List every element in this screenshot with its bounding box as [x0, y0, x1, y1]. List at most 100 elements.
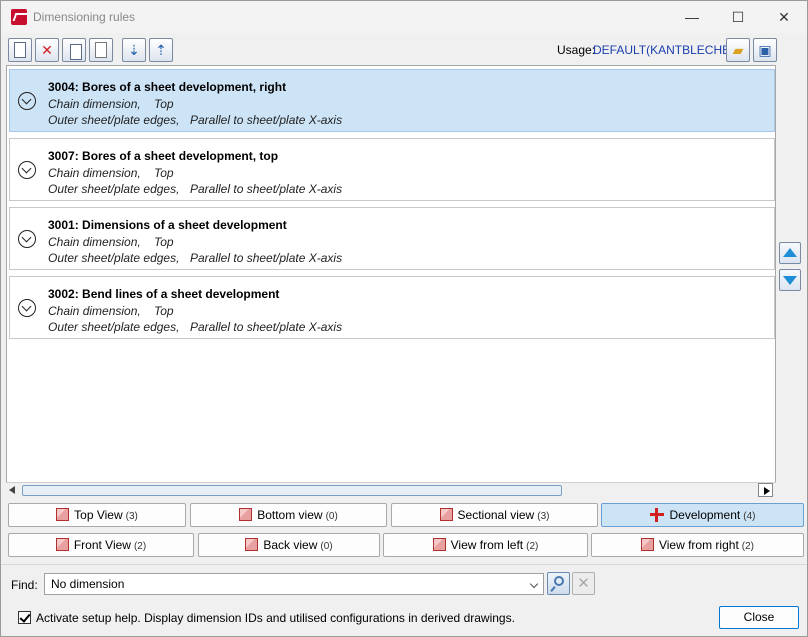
setup-help-checkbox[interactable]	[18, 611, 31, 624]
delete-rule-button[interactable]: ✕	[35, 38, 59, 62]
rule-edges: Outer sheet/plate edges,	[48, 182, 180, 196]
cube-icon	[432, 538, 446, 552]
tab-view-from-right[interactable]: View from right (2)	[591, 533, 804, 557]
scroll-right-icon	[764, 487, 770, 495]
tab-top-view[interactable]: Top View (3)	[8, 503, 186, 527]
rule-card[interactable]: 3001: Dimensions of a sheet development …	[9, 207, 775, 270]
maximize-button[interactable]: ☐	[715, 1, 761, 33]
toolbar: ✕ ⇣ ⇡ Usage: DEFAULT(KANTBLECHE) ▰ ▣	[1, 35, 807, 65]
tab-label: Bottom view	[257, 508, 323, 522]
tab-label: View from left	[450, 538, 524, 552]
rule-type: Chain dimension,	[48, 97, 141, 111]
rule-orientation: Parallel to sheet/plate X-axis	[190, 113, 343, 127]
development-icon	[649, 507, 664, 522]
tab-count: (4)	[743, 511, 756, 522]
close-button[interactable]: Close	[719, 606, 799, 629]
folder-icon: ▰	[732, 42, 744, 58]
tab-label: Top View	[74, 508, 123, 522]
search-icon	[554, 576, 564, 586]
save-icon: ▣	[758, 42, 772, 58]
rule-type: Chain dimension,	[48, 304, 141, 318]
sort-up-button[interactable]: ⇡	[149, 38, 173, 62]
bottom-panel: Find: No dimension ✕ Activate setup help…	[1, 564, 807, 636]
move-up-button[interactable]	[779, 242, 801, 264]
chevron-down-icon[interactable]	[18, 161, 36, 179]
search-icon-handle	[550, 586, 556, 592]
clear-icon: ✕	[577, 575, 590, 592]
copy-icon	[70, 44, 82, 60]
rule-card[interactable]: 3002: Bend lines of a sheet development …	[9, 276, 775, 339]
cube-icon	[245, 538, 259, 552]
rules-list: 3004: Bores of a sheet development, righ…	[6, 65, 776, 497]
tab-count: (3)	[125, 511, 138, 522]
rule-side: Top	[154, 166, 174, 180]
rule-title: 3004: Bores of a sheet development, righ…	[48, 80, 287, 94]
chevron-down-icon[interactable]	[18, 92, 36, 110]
scroll-thumb[interactable]	[22, 485, 562, 496]
rule-orientation: Parallel to sheet/plate X-axis	[190, 320, 343, 334]
move-down-button[interactable]	[779, 269, 801, 291]
usage-value: DEFAULT(KANTBLECHE)	[593, 43, 735, 57]
close-window-button[interactable]: ✕	[761, 1, 807, 33]
tab-label: Front View	[73, 538, 131, 552]
cube-icon	[56, 508, 70, 522]
rule-side: Top	[154, 235, 174, 249]
new-doc-icon	[14, 42, 26, 58]
arrow-down-icon	[783, 276, 797, 285]
tab-count: (3)	[537, 511, 550, 522]
tab-development[interactable]: Development (4)	[601, 503, 804, 527]
tab-label: View from right	[658, 538, 739, 552]
find-value: No dimension	[51, 577, 125, 591]
rule-edges: Outer sheet/plate edges,	[48, 251, 180, 265]
new-rule-button[interactable]	[8, 38, 32, 62]
chevron-down-icon	[529, 579, 539, 589]
rule-orientation: Parallel to sheet/plate X-axis	[190, 251, 343, 265]
tab-view-from-left[interactable]: View from left (2)	[383, 533, 588, 557]
usage-label: Usage:	[557, 43, 596, 57]
save-config-button[interactable]: ▣	[753, 38, 777, 62]
open-folder-button[interactable]: ▰	[726, 38, 750, 62]
tab-front-view[interactable]: Front View (2)	[8, 533, 194, 557]
cube-icon	[239, 508, 253, 522]
scroll-left-icon[interactable]	[9, 486, 15, 494]
chevron-down-icon[interactable]	[18, 230, 36, 248]
chevron-down-icon[interactable]	[18, 299, 36, 317]
cube-icon	[439, 508, 453, 522]
horizontal-scrollbar[interactable]	[6, 482, 776, 497]
window-title: Dimensioning rules	[33, 10, 136, 24]
delete-icon: ✕	[41, 42, 53, 58]
minimize-button[interactable]: —	[669, 1, 715, 33]
tab-back-view[interactable]: Back view (0)	[198, 533, 380, 557]
tab-count: (0)	[325, 511, 338, 522]
find-search-button[interactable]	[547, 572, 570, 595]
copy-rule-button[interactable]	[62, 38, 86, 62]
tab-label: Sectional view	[457, 508, 535, 522]
tab-count: (0)	[320, 541, 333, 552]
paste-rule-button[interactable]	[89, 38, 113, 62]
sort-up-icon: ⇡	[155, 42, 167, 58]
arrow-up-icon	[783, 248, 797, 257]
title-bar: Dimensioning rules — ☐ ✕	[1, 1, 807, 33]
sort-down-button[interactable]: ⇣	[122, 38, 146, 62]
rule-edges: Outer sheet/plate edges,	[48, 113, 180, 127]
rule-title: 3007: Bores of a sheet development, top	[48, 149, 279, 163]
rule-type: Chain dimension,	[48, 235, 141, 249]
tab-count: (2)	[133, 541, 147, 552]
cube-icon	[640, 538, 654, 552]
tab-bottom-view[interactable]: Bottom view (0)	[190, 503, 387, 527]
tab-sectional-view[interactable]: Sectional view (3)	[391, 503, 598, 527]
rule-edges: Outer sheet/plate edges,	[48, 320, 180, 334]
tab-count: (2)	[526, 541, 539, 552]
rule-card[interactable]: 3004: Bores of a sheet development, righ…	[9, 69, 775, 132]
app-icon	[11, 9, 27, 25]
rule-side: Top	[154, 97, 174, 111]
sort-down-icon: ⇣	[128, 42, 140, 58]
scroll-right-button[interactable]	[758, 483, 773, 497]
cube-icon	[55, 538, 69, 552]
dimensioning-rules-window: Dimensioning rules — ☐ ✕ ✕ ⇣ ⇡ Usage: DE…	[0, 0, 808, 637]
rule-card[interactable]: 3007: Bores of a sheet development, top …	[9, 138, 775, 201]
paste-icon	[95, 42, 107, 58]
find-clear-button[interactable]: ✕	[572, 572, 595, 595]
find-dropdown[interactable]: No dimension	[44, 573, 544, 595]
rule-type: Chain dimension,	[48, 166, 141, 180]
